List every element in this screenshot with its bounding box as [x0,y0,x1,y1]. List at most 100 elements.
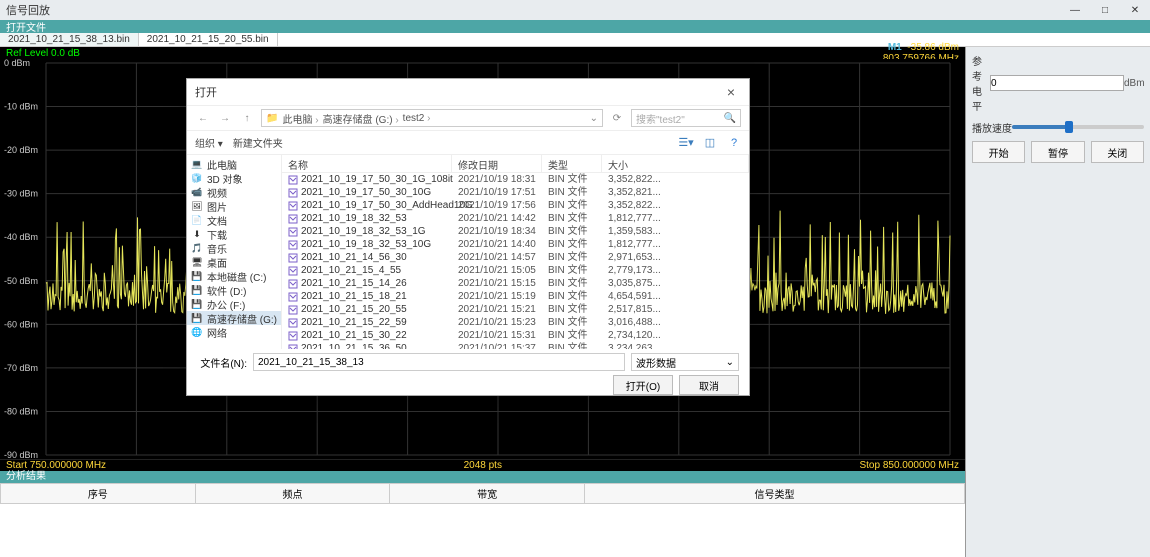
filename-label: 文件名(N): [197,355,247,370]
breadcrumb[interactable]: 📁 此电脑 高速存储盘 (G:) test2 ⌄ [261,109,603,127]
organize-button[interactable]: 组织 ▾ [195,135,223,150]
file-icon [288,201,298,211]
tab-file-2[interactable]: 2021_10_21_15_20_55.bin [139,33,278,46]
svg-text:-60 dBm: -60 dBm [4,319,38,329]
tree-item[interactable]: 📹视频 [187,185,281,199]
ref-level-label: 参考电平 [972,53,990,113]
file-row[interactable]: 2021_10_19_18_32_53_1G2021/10/19 18:34BI… [282,225,749,238]
points: 2048 pts [464,460,502,471]
titlebar: 信号回放 — □ ✕ [0,0,1150,20]
open-button[interactable]: 打开(O) [613,375,673,395]
file-row[interactable]: 2021_10_19_17_50_30_AddHead10G2021/10/19… [282,199,749,212]
file-icon [288,331,298,341]
tree-item[interactable]: 💾高速存储盘 (G:) [187,311,281,325]
play-speed-slider[interactable] [1012,119,1144,135]
file-icon [288,175,298,185]
file-list[interactable]: 2021_10_19_17_50_30_1G_108it2021/10/19 1… [282,173,749,349]
svg-text:-10 dBm: -10 dBm [4,102,38,112]
preview-pane-icon[interactable]: ◫ [703,136,717,150]
nav-up-icon[interactable]: ↑ [239,113,255,124]
col-type: 信号类型 [584,484,964,504]
tree-item[interactable]: 💻此电脑 [187,157,281,171]
nav-forward-icon[interactable]: → [217,113,233,124]
maximize-icon[interactable]: □ [1090,0,1120,20]
tree-item[interactable]: 📄文档 [187,213,281,227]
svg-text:-30 dBm: -30 dBm [4,189,38,199]
ref-level-label: Ref Level 0.0 dB [6,48,80,59]
results-header: 分析结果 [0,471,965,483]
col-index: 序号 [1,484,196,504]
file-row[interactable]: 2021_10_19_18_32_532021/10/21 14:42BIN 文… [282,212,749,225]
dialog-close-icon[interactable]: × [721,84,741,100]
control-panel: 参考电平 dBm 播放速度 开始 暂停 关闭 [965,47,1150,557]
ref-level-input[interactable] [990,75,1124,91]
svg-text:0 dBm: 0 dBm [4,59,30,68]
spectrum-footer: Start 750.000000 MHz 2048 pts Stop 850.0… [0,459,965,471]
tree-item[interactable]: 🌐网络 [187,325,281,339]
dialog-title: 打开 [195,84,217,100]
minimize-icon[interactable]: — [1060,0,1090,20]
folder-icon: 📁 [266,113,278,124]
file-row[interactable]: 2021_10_21_15_30_222021/10/21 15:31BIN 文… [282,329,749,342]
list-header[interactable]: 名称 修改日期 类型 大小 [282,155,749,173]
menu-open-file[interactable]: 打开文件 [6,19,46,34]
tree-item[interactable]: ⬇下载 [187,227,281,241]
tree-item[interactable]: 🖼图片 [187,199,281,213]
tree-item[interactable]: 💾本地磁盘 (C:) [187,269,281,283]
menubar: 打开文件 [0,20,1150,33]
close-icon[interactable]: ✕ [1120,0,1150,20]
col-bw: 带宽 [390,484,585,504]
file-row[interactable]: 2021_10_21_15_36_502021/10/21 15:37BIN 文… [282,342,749,349]
file-row[interactable]: 2021_10_19_17_50_30_1G_108it2021/10/19 1… [282,173,749,186]
tree-item[interactable]: 🎵音乐 [187,241,281,255]
file-icon [288,305,298,315]
tree-item[interactable]: 🧊3D 对象 [187,171,281,185]
svg-text:-40 dBm: -40 dBm [4,232,38,242]
file-icon [288,188,298,198]
tree-item[interactable]: 💾软件 (D:) [187,283,281,297]
file-icon [288,266,298,276]
filename-input[interactable] [253,353,625,371]
close-button[interactable]: 关闭 [1091,141,1144,163]
file-filter-combo[interactable]: 波形数据⌄ [631,353,739,371]
nav-back-icon[interactable]: ← [195,113,211,124]
open-file-dialog: 打开 × ← → ↑ 📁 此电脑 高速存储盘 (G:) test2 ⌄ ⟳ 搜索… [186,78,750,396]
search-icon: 🔍 [724,113,736,124]
file-row[interactable]: 2021_10_21_15_18_212021/10/21 15:19BIN 文… [282,290,749,303]
svg-text:-80 dBm: -80 dBm [4,406,38,416]
col-freq: 频点 [195,484,390,504]
file-icon [288,292,298,302]
svg-text:-20 dBm: -20 dBm [4,145,38,155]
view-icon[interactable]: ☰▾ [679,136,693,150]
file-row[interactable]: 2021_10_21_15_4_552021/10/21 15:05BIN 文件… [282,264,749,277]
file-icon [288,253,298,263]
file-icon [288,279,298,289]
results-table: 序号 频点 带宽 信号类型 [0,483,965,557]
help-icon[interactable]: ? [727,136,741,150]
start-freq: Start 750.000000 MHz [6,460,106,471]
file-row[interactable]: 2021_10_21_15_20_552021/10/21 15:21BIN 文… [282,303,749,316]
refresh-icon[interactable]: ⟳ [609,113,625,124]
tab-strip: 2021_10_21_15_38_13.bin 2021_10_21_15_20… [0,33,1150,47]
tree-item[interactable]: 💾办公 (F:) [187,297,281,311]
start-button[interactable]: 开始 [972,141,1025,163]
cancel-button[interactable]: 取消 [679,375,739,395]
chevron-down-icon: ⌄ [726,357,734,368]
ref-level-unit: dBm [1124,78,1144,89]
file-icon [288,214,298,224]
new-folder-button[interactable]: 新建文件夹 [233,135,283,150]
search-input[interactable]: 搜索"test2" 🔍 [631,109,741,127]
svg-text:-90 dBm: -90 dBm [4,450,38,459]
file-icon [288,318,298,328]
tree-item[interactable]: 🖥桌面 [187,255,281,269]
file-row[interactable]: 2021_10_21_15_22_592021/10/21 15:23BIN 文… [282,316,749,329]
tab-file-1[interactable]: 2021_10_21_15_38_13.bin [0,33,139,46]
file-row[interactable]: 2021_10_21_14_56_302021/10/21 14:57BIN 文… [282,251,749,264]
file-row[interactable]: 2021_10_21_15_14_262021/10/21 15:15BIN 文… [282,277,749,290]
file-row[interactable]: 2021_10_19_17_50_30_10G2021/10/19 17:51B… [282,186,749,199]
pause-button[interactable]: 暂停 [1031,141,1084,163]
nav-tree[interactable]: 💻此电脑🧊3D 对象📹视频🖼图片📄文档⬇下载🎵音乐🖥桌面💾本地磁盘 (C:)💾软… [187,155,282,349]
chevron-down-icon[interactable]: ⌄ [590,113,598,124]
file-row[interactable]: 2021_10_19_18_32_53_10G2021/10/21 14:40B… [282,238,749,251]
play-speed-label: 播放速度 [972,120,1012,135]
